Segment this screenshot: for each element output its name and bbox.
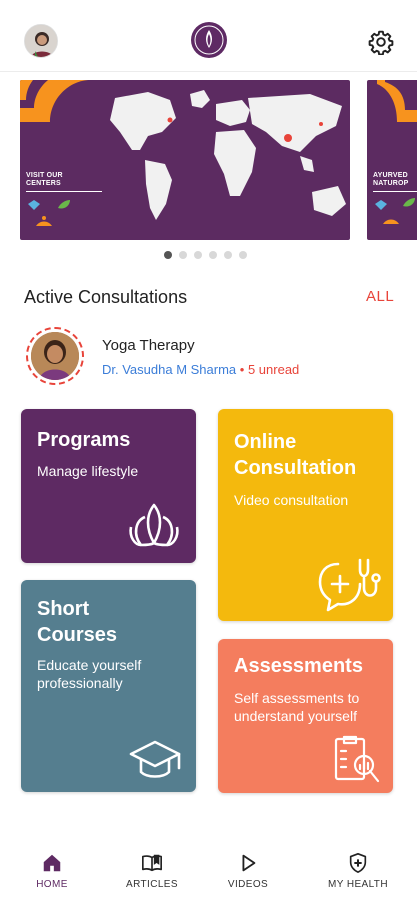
nav-my-health[interactable]: MY HEALTH — [318, 852, 398, 890]
banner-icons — [28, 200, 70, 226]
carousel-dot[interactable] — [209, 251, 217, 259]
banner-label-line2: CENTERS — [26, 180, 61, 187]
app-header — [0, 0, 417, 72]
home-icon — [43, 854, 61, 872]
doctor-name[interactable]: Dr. Vasudha M Sharma — [102, 362, 236, 377]
bottom-navigation: HOME ARTICLES VIDEOS MY HEALTH — [0, 840, 417, 900]
short-courses-title: Short Courses — [37, 596, 117, 648]
programs-subtitle: Manage lifestyle — [37, 463, 139, 479]
nav-videos[interactable]: VIDEOS — [208, 852, 288, 890]
meta-separator: • — [239, 362, 245, 377]
assess-subtitle-line1: Self assessments to — [234, 690, 360, 706]
banner-divider — [26, 191, 102, 192]
banner-label-line1: AYURVED — [373, 172, 408, 179]
open-book-icon — [142, 854, 162, 872]
banner-carousel[interactable]: VISIT OUR CENTERS AYURVED NATUROP — [0, 80, 417, 242]
short-courses-tile[interactable]: Short Courses Educate yourself professio… — [21, 580, 196, 792]
consultation-item[interactable]: Yoga Therapy Dr. Vasudha M Sharma • 5 un… — [24, 325, 394, 387]
active-consultations-title: Active Consultations — [24, 287, 188, 307]
banner-label-line1: VISIT OUR — [26, 172, 63, 179]
nav-home-label: HOME — [36, 879, 68, 890]
short-subtitle-line1: Educate yourself — [37, 657, 142, 673]
short-title-line2: Courses — [37, 624, 118, 646]
carousel-dot-active[interactable] — [164, 251, 172, 259]
unread-count: 5 unread — [247, 362, 300, 377]
app-logo[interactable] — [191, 22, 227, 58]
banner-label: VISIT OUR CENTERS — [26, 172, 63, 188]
report-analysis-icon — [334, 735, 380, 783]
nav-my-health-label: MY HEALTH — [328, 879, 388, 890]
carousel-dot[interactable] — [179, 251, 187, 259]
consultation-title: Yoga Therapy — [102, 337, 195, 354]
online-consultation-tile[interactable]: Online Consultation Video consultation — [218, 409, 393, 621]
online-consultation-title: Online Consultation — [234, 429, 356, 481]
banner-label-line2: NATUROP — [373, 180, 409, 187]
carousel-dot[interactable] — [239, 251, 247, 259]
gear-icon[interactable] — [368, 29, 394, 55]
carousel-dot[interactable] — [224, 251, 232, 259]
nav-home[interactable]: HOME — [12, 852, 92, 890]
online-consultation-subtitle: Video consultation — [234, 492, 349, 508]
programs-title: Programs — [37, 429, 131, 451]
nav-articles-label: ARTICLES — [126, 879, 178, 890]
carousel-dot[interactable] — [194, 251, 202, 259]
medical-chat-icon — [318, 558, 381, 612]
nav-articles[interactable]: ARTICLES — [112, 852, 192, 890]
carousel-pagination — [164, 251, 247, 259]
online-title-line1: Online — [234, 431, 297, 453]
assessments-title: Assessments — [234, 655, 363, 677]
short-title-line1: Short — [37, 598, 90, 620]
graduation-cap-icon — [129, 740, 181, 778]
assessments-tile[interactable]: Assessments Self assessments to understa… — [218, 639, 393, 793]
doctor-avatar — [26, 327, 84, 385]
lotus-flame-logo-icon — [192, 23, 226, 57]
banner-visit-centers[interactable]: VISIT OUR CENTERS — [20, 80, 350, 240]
banner-label: AYURVED NATUROP — [373, 172, 409, 188]
health-shield-icon — [349, 853, 367, 873]
online-title-line2: Consultation — [234, 457, 357, 479]
banner-ayurveda[interactable]: AYURVED NATUROP — [367, 80, 417, 240]
all-consultations-link[interactable]: ALL — [366, 288, 394, 305]
assessments-subtitle: Self assessments to understand yourself — [234, 689, 359, 725]
doctor-photo-icon — [31, 332, 79, 380]
short-courses-subtitle: Educate yourself professionally — [37, 656, 141, 692]
consultation-meta: Dr. Vasudha M Sharma • 5 unread — [102, 362, 299, 377]
user-avatar-icon — [25, 25, 57, 57]
nav-videos-label: VIDEOS — [227, 879, 269, 890]
lotus-icon — [129, 503, 179, 547]
programs-tile[interactable]: Programs Manage lifestyle — [21, 409, 196, 563]
banner-graphic — [375, 80, 417, 224]
assess-subtitle-line2: understand yourself — [234, 708, 357, 724]
profile-avatar[interactable] — [24, 24, 58, 58]
short-subtitle-line2: professionally — [37, 675, 123, 691]
play-icon — [242, 854, 256, 872]
banner-divider — [373, 191, 417, 192]
